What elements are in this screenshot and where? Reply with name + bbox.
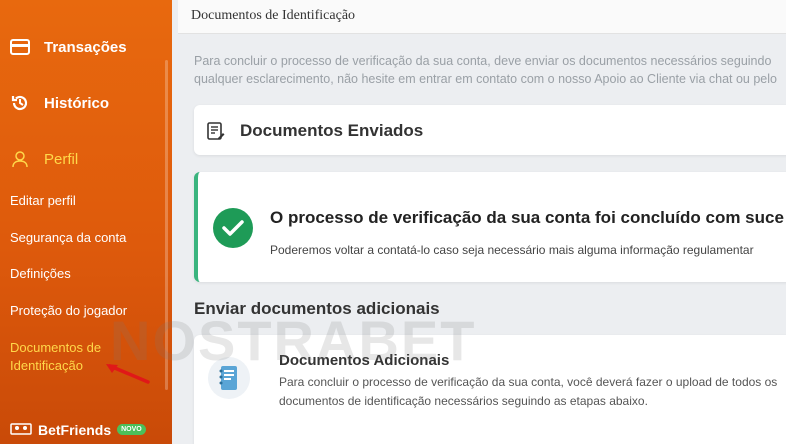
intro-text: Para concluir o processo de verificação … bbox=[194, 52, 786, 88]
additional-documents-card[interactable]: Documentos Adicionais Para concluir o pr… bbox=[194, 335, 786, 444]
additional-documents-title: Documentos Adicionais bbox=[279, 352, 450, 369]
history-icon bbox=[10, 93, 30, 113]
friends-icon bbox=[10, 421, 32, 438]
page-title: Documentos de Identificação bbox=[191, 8, 356, 23]
sidebar-scrollbar[interactable] bbox=[165, 60, 168, 390]
pointer-arrow-icon bbox=[106, 364, 150, 384]
verification-status-subtext: Poderemos voltar a contatá-lo caso seja … bbox=[270, 243, 754, 257]
sidebar-item-label: Perfil bbox=[44, 150, 79, 168]
check-circle-icon bbox=[213, 208, 253, 248]
sidebar-item-label: Transações bbox=[44, 38, 127, 56]
sidebar-item-transacoes[interactable]: Transações bbox=[10, 37, 127, 57]
sidebar-subitem-documentos[interactable]: Documentos de Identificação bbox=[10, 339, 110, 375]
sidebar-item-perfil[interactable]: Perfil bbox=[10, 149, 78, 169]
verification-status-card: O processo de verificação da sua conta f… bbox=[194, 172, 786, 282]
intro-line: Para concluir o processo de verificação … bbox=[194, 54, 772, 68]
additional-documents-description: Para concluir o processo de verificação … bbox=[279, 375, 778, 408]
page-header: Documentos de Identificação bbox=[178, 0, 786, 34]
documents-sent-label: Documentos Enviados bbox=[240, 121, 424, 140]
sidebar-item-label: Histórico bbox=[44, 94, 110, 112]
sidebar-item-betfriends[interactable]: BetFriends NOVO bbox=[10, 421, 146, 438]
sidebar-subitem-seguranca[interactable]: Segurança da conta bbox=[10, 229, 126, 247]
sidebar-subitem-protecao[interactable]: Proteção do jogador bbox=[10, 302, 127, 320]
user-icon bbox=[10, 149, 30, 169]
verification-status-headline: O processo de verificação da sua conta f… bbox=[270, 208, 784, 227]
new-badge: NOVO bbox=[117, 424, 146, 435]
sidebar-item-historico[interactable]: Histórico bbox=[10, 93, 109, 113]
sidebar-subitem-editar-perfil[interactable]: Editar perfil bbox=[10, 192, 76, 210]
section-title: Enviar documentos adicionais bbox=[194, 299, 440, 318]
card-icon bbox=[10, 37, 30, 57]
notebook-icon bbox=[208, 357, 250, 399]
intro-line: qualquer esclarecimento, não hesite em e… bbox=[194, 72, 777, 86]
sidebar-subitem-definicoes[interactable]: Definições bbox=[10, 265, 71, 283]
documents-sent-card[interactable]: Documentos Enviados bbox=[194, 105, 786, 155]
sidebar-item-label: BetFriends bbox=[38, 421, 112, 438]
document-edit-icon bbox=[206, 121, 226, 146]
